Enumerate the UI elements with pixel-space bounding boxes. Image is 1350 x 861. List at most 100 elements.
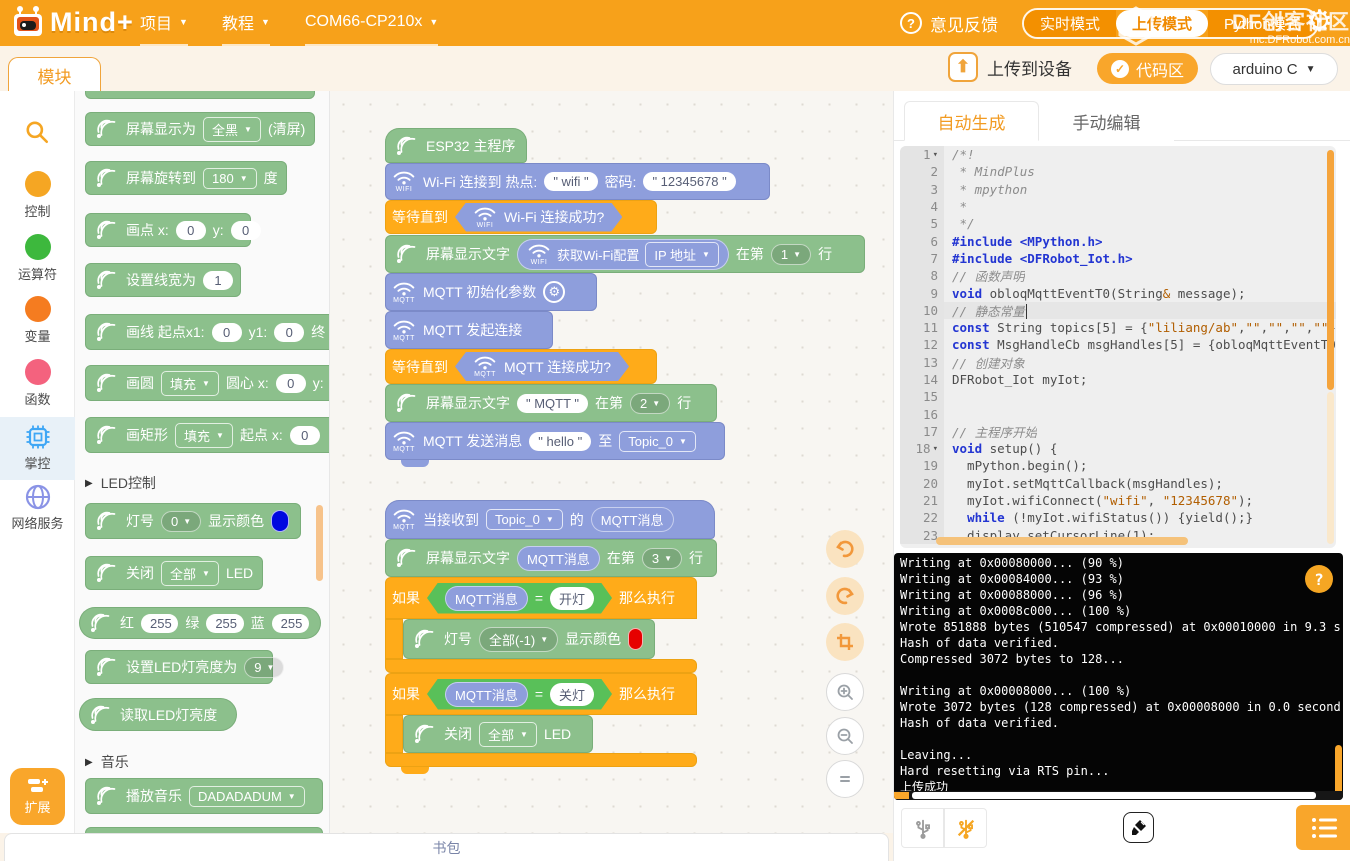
- block-mqtt-init[interactable]: MQTT MQTT 初始化参数 ⚙: [385, 273, 597, 311]
- code-line[interactable]: 19 mPython.begin();: [900, 457, 1336, 474]
- palette-block-draw-line[interactable]: 画线 起点x1: 0 y1: 0 终: [85, 314, 330, 350]
- language-select[interactable]: arduino C▼: [1210, 53, 1338, 85]
- dropdown[interactable]: 全部▼: [479, 722, 537, 747]
- code-line[interactable]: 4 *: [900, 198, 1336, 215]
- search-icon[interactable]: [24, 119, 50, 145]
- tab-modules[interactable]: 模块: [8, 57, 101, 92]
- value-input[interactable]: 关灯: [550, 683, 594, 706]
- text-input[interactable]: " MQTT ": [517, 394, 588, 413]
- palette-block-draw-circle[interactable]: 画圆 填充▼ 圆心 x: 0 y:: [85, 365, 330, 401]
- block-mqtt-send[interactable]: MQTT MQTT 发送消息 " hello " 至 Topic_0▼: [385, 422, 725, 460]
- value-input[interactable]: 255: [141, 614, 178, 633]
- app-logo[interactable]: Mind+: [10, 5, 134, 39]
- palette-block-draw-rect[interactable]: 画矩形 填充▼ 起点 x: 0: [85, 417, 330, 453]
- condition-equals[interactable]: MQTT消息 = 开灯: [427, 583, 612, 614]
- code-line[interactable]: 18▾void setup() {: [900, 440, 1336, 457]
- menu-project[interactable]: 项目▼: [140, 0, 188, 46]
- code-line[interactable]: 11const String topics[5] = {"liliang/ab"…: [900, 319, 1336, 336]
- dropdown[interactable]: 全黑▼: [203, 117, 261, 142]
- zoom-reset-button[interactable]: [826, 760, 864, 798]
- zoom-in-button[interactable]: [826, 673, 864, 711]
- code-line[interactable]: 13// 创建对象: [900, 354, 1336, 371]
- palette-block-led-off[interactable]: 关闭 全部▼ LED: [85, 556, 263, 590]
- section-led-control[interactable]: ▶ LED控制: [85, 473, 156, 493]
- block-if-light-on[interactable]: 如果 MQTT消息 = 开灯 那么执行: [385, 577, 697, 619]
- password-input[interactable]: " 12345678 ": [643, 172, 735, 191]
- code-line[interactable]: 7#include <DFRobot_Iot.h>: [900, 250, 1336, 267]
- zoom-out-button[interactable]: [826, 717, 864, 755]
- backpack-bar[interactable]: 书包: [4, 833, 889, 861]
- ssid-input[interactable]: " wifi ": [544, 172, 597, 191]
- code-line[interactable]: 17// 主程序开始: [900, 423, 1336, 440]
- undo-button[interactable]: [826, 530, 864, 568]
- palette-block-led-brightness[interactable]: 设置LED灯亮度为 9▼: [85, 650, 273, 684]
- screenshot-button[interactable]: [826, 623, 864, 661]
- dropdown[interactable]: 全部▼: [161, 561, 219, 586]
- extensions-button[interactable]: 扩展: [10, 768, 65, 825]
- palette-block-draw-point[interactable]: 画点 x: 0 y: 0: [85, 213, 251, 247]
- feedback-button[interactable]: ? 意见反馈: [900, 8, 998, 38]
- reporter-mqtt-message[interactable]: MQTT消息: [445, 586, 528, 611]
- block-if-light-off[interactable]: 如果 MQTT消息 = 关灯 那么执行: [385, 673, 697, 715]
- dropdown[interactable]: Topic_0▼: [486, 509, 563, 530]
- sidebar-item-network[interactable]: 网络服务: [0, 483, 75, 532]
- code-area-toggle[interactable]: ✓ 代码区: [1097, 53, 1198, 84]
- block-led-off-all[interactable]: 关闭 全部▼ LED: [403, 715, 593, 753]
- code-line[interactable]: 22 while (!myIot.wifiStatus()) {yield();…: [900, 509, 1336, 526]
- dropdown[interactable]: 180▼: [203, 168, 257, 189]
- usb-connect-button[interactable]: [901, 808, 944, 848]
- color-picker[interactable]: [271, 510, 289, 532]
- code-line[interactable]: 21 myIot.wifiConnect("wifi", "12345678")…: [900, 492, 1336, 509]
- block-mqtt-connect[interactable]: MQTT MQTT 发起连接: [385, 311, 553, 349]
- terminal-output[interactable]: Writing at 0x00080000... (90 %)Writing a…: [894, 553, 1343, 800]
- condition-mqtt-connected[interactable]: MQTT MQTT 连接成功?: [455, 352, 629, 381]
- block-display-message[interactable]: 屏幕显示文字 MQTT消息 在第 3▼ 行: [385, 539, 717, 577]
- block-wait-until-wifi[interactable]: 等待直到 WIFI Wi-Fi 连接成功?: [385, 200, 657, 234]
- terminal-horizontal-scrollbar[interactable]: [912, 792, 1316, 799]
- reporter-mqtt-message[interactable]: MQTT消息: [591, 507, 674, 532]
- dropdown[interactable]: DADADADUM▼: [189, 786, 305, 807]
- code-line[interactable]: 12const MsgHandleCb msgHandles[5] = {obl…: [900, 336, 1336, 353]
- code-line[interactable]: 20 myIot.setMqttCallback(msgHandles);: [900, 475, 1336, 492]
- dropdown[interactable]: 9▼: [244, 657, 284, 678]
- value-input[interactable]: 255: [206, 614, 243, 633]
- code-line[interactable]: 15: [900, 388, 1336, 405]
- palette-block-screen-rotate[interactable]: 屏幕旋转到 180▼ 度: [85, 161, 287, 195]
- code-line[interactable]: 6#include <MPython.h>: [900, 232, 1336, 249]
- code-horizontal-scrollbar[interactable]: [936, 537, 1188, 545]
- settings-gear-icon[interactable]: ⚙: [1306, 4, 1333, 39]
- code-line[interactable]: 10// 静态常量: [900, 302, 1336, 319]
- code-line[interactable]: 14DFRobot_Iot myIot;: [900, 371, 1336, 388]
- code-line[interactable]: 9void obloqMqttEventT0(String& message);: [900, 284, 1336, 301]
- block-wifi-connect[interactable]: WIFI Wi-Fi 连接到 热点: " wifi " 密码: " 123456…: [385, 163, 770, 200]
- sidebar-item-functions[interactable]: 函数: [0, 359, 75, 408]
- palette-block-play-music[interactable]: 播放音乐 DADADADUM▼: [85, 778, 323, 814]
- code-line[interactable]: 3 * mpython: [900, 181, 1336, 198]
- dropdown[interactable]: 0▼: [161, 511, 201, 532]
- usb-disconnect-button[interactable]: [944, 808, 987, 848]
- message-input[interactable]: " hello ": [529, 432, 591, 451]
- code-line[interactable]: 16: [900, 405, 1336, 422]
- color-picker[interactable]: [628, 628, 643, 650]
- block-led-red[interactable]: 灯号 全部(-1)▼ 显示颜色: [403, 619, 655, 659]
- dropdown[interactable]: 3▼: [642, 548, 682, 569]
- menu-serial-port[interactable]: COM66-CP210x▼: [305, 0, 438, 46]
- burn-firmware-button[interactable]: [1123, 812, 1154, 843]
- dropdown[interactable]: 填充▼: [161, 371, 219, 396]
- reporter-mqtt-message[interactable]: MQTT消息: [445, 682, 528, 707]
- block-display-mqtt[interactable]: 屏幕显示文字 " MQTT " 在第 2▼ 行: [385, 384, 717, 422]
- block-display-ip[interactable]: 屏幕显示文字 WIFI 获取Wi-Fi配置 IP 地址▼ 在第 1▼ 行: [385, 235, 865, 273]
- terminal-help-button[interactable]: ?: [1305, 565, 1333, 593]
- palette-block-led-color[interactable]: 灯号 0▼ 显示颜色: [85, 503, 301, 539]
- sidebar-item-control[interactable]: 控制: [0, 171, 75, 220]
- reporter-mqtt-message[interactable]: MQTT消息: [517, 546, 600, 571]
- code-vertical-scrollbar[interactable]: [1327, 150, 1334, 390]
- palette-block-screen-display[interactable]: 屏幕显示为 全黑▼ (清屏): [85, 112, 315, 146]
- palette-block-rgb[interactable]: 红 255 绿 255 蓝 255: [79, 607, 321, 639]
- value-input[interactable]: 0: [212, 323, 242, 342]
- dropdown[interactable]: Topic_0▼: [619, 431, 696, 452]
- block-wait-until-mqtt[interactable]: 等待直到 MQTT MQTT 连接成功?: [385, 349, 657, 384]
- partial-block[interactable]: [85, 91, 315, 99]
- section-music[interactable]: ▶ 音乐: [85, 752, 129, 772]
- redo-button[interactable]: [826, 577, 864, 615]
